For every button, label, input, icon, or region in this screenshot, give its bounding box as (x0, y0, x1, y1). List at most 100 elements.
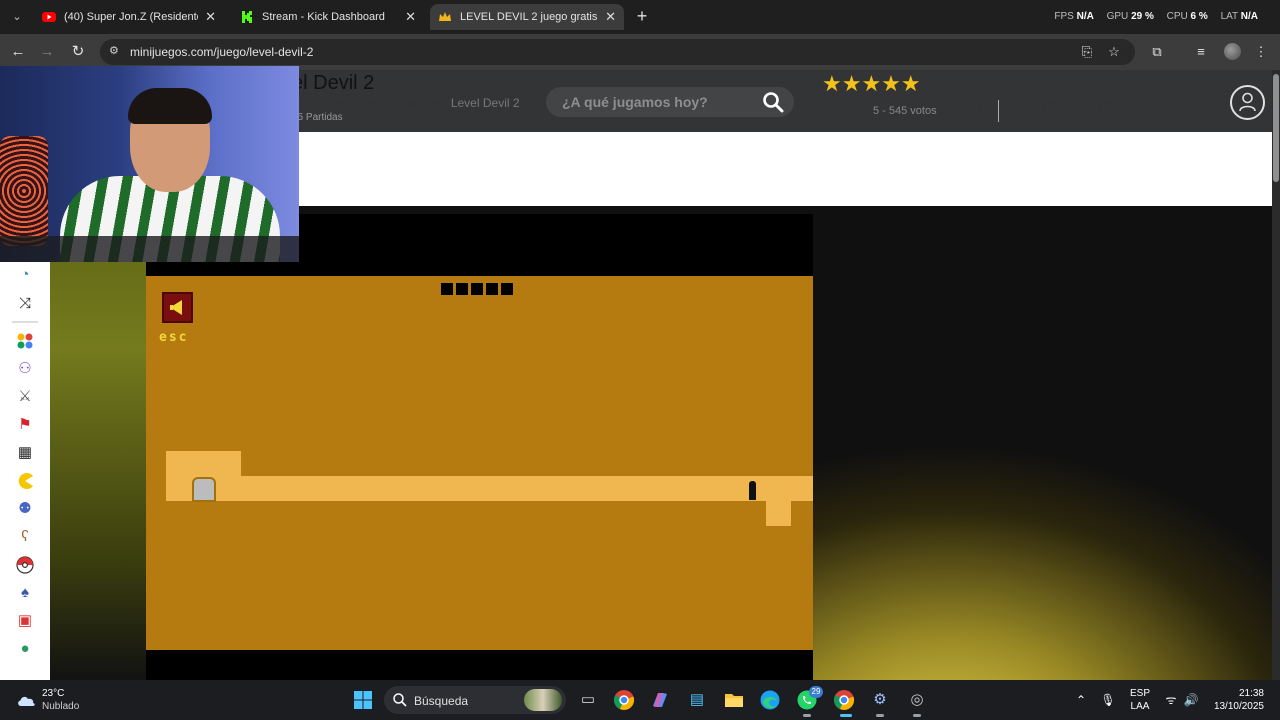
pacman-icon[interactable] (14, 470, 36, 492)
categories-icon[interactable] (14, 330, 36, 352)
heart-icon[interactable] (1014, 100, 1036, 122)
shuffle-icon[interactable]: ⤨ (14, 293, 36, 315)
embed-code-icon[interactable] (1042, 100, 1064, 122)
cpu-value: 6 % (1190, 11, 1208, 22)
volume-icon[interactable]: 🔊 (1182, 691, 1200, 709)
cloud-icon[interactable] (15, 690, 37, 710)
reload-button[interactable]: ↻ (68, 42, 88, 62)
file-explorer-icon[interactable] (722, 688, 746, 712)
back-arrow-icon (170, 300, 182, 315)
search-highlight-image (524, 689, 562, 711)
taskbar-search[interactable]: Búsqueda (384, 686, 566, 714)
running-indicator (876, 714, 884, 717)
system-clock[interactable]: 21:38 13/10/2025 (1210, 687, 1264, 713)
game-canvas[interactable]: esc (146, 214, 813, 680)
user-account-button[interactable] (1230, 85, 1265, 120)
pokeball-icon[interactable] (14, 554, 36, 576)
language-code: ESP (1130, 688, 1151, 699)
desk-image (0, 236, 299, 262)
esc-label: esc (159, 330, 189, 345)
ball-icon[interactable]: ● (14, 638, 36, 660)
chrome-icon[interactable] (612, 688, 636, 712)
speedometer-icon[interactable]: ◔ (14, 264, 36, 286)
fullscreen-icon[interactable] (1070, 100, 1092, 122)
two-players-icon[interactable]: ⚇ (14, 358, 36, 380)
weather-description[interactable]: Nublado (42, 701, 79, 712)
chevron-up-icon[interactable]: ⌃ (1072, 691, 1090, 709)
tab-level-devil[interactable]: LEVEL DEVIL 2 juego gratis onlin ✕ (430, 4, 624, 30)
tab-title: Stream - Kick Dashboard (262, 11, 385, 23)
bookmark-star-icon[interactable]: ☆ (1105, 43, 1123, 61)
actions-divider (998, 100, 999, 122)
back-button[interactable]: ← (8, 42, 28, 62)
site-info-icon[interactable]: ⚙ (109, 45, 121, 57)
game-level-area: esc (146, 276, 813, 650)
family-icon[interactable]: ⚉ (14, 498, 36, 520)
weather-temperature[interactable]: 23°C (42, 688, 64, 699)
thumbs-down-icon[interactable] (960, 100, 982, 122)
rating-stars[interactable]: ★★★★★ (822, 71, 921, 97)
tab-search-icon[interactable]: ⌄ (6, 6, 28, 28)
lamp-image (0, 136, 48, 246)
fps-value: N/A (1076, 11, 1094, 22)
page-scrollbar[interactable] (1272, 70, 1280, 680)
forward-button[interactable]: → (37, 42, 57, 62)
thumbs-up-icon[interactable] (824, 100, 846, 122)
extensions-icon[interactable]: ⧉ (1148, 43, 1166, 61)
language-indicator[interactable]: ESP LAA (1130, 687, 1150, 713)
add-to-desktop-icon[interactable] (1098, 100, 1120, 122)
url-text[interactable]: minijuegos.com/juego/level-devil-2 (130, 45, 313, 59)
media-controls-icon[interactable]: ≡ (1192, 43, 1210, 61)
scrollbar-thumb[interactable] (1273, 74, 1279, 182)
flag-icon[interactable]: ⚑ (14, 414, 36, 436)
fps-label: FPS (1054, 11, 1074, 22)
new-tab-button[interactable]: + (632, 6, 652, 26)
profile-avatar[interactable] (1224, 43, 1241, 60)
gpu-value: 29 % (1131, 11, 1154, 22)
tab-youtube[interactable]: (40) Super Jon.Z (Residente Cha ✕ (34, 4, 224, 30)
racing-flag-icon[interactable]: ▦ (14, 442, 36, 464)
level-indicator (501, 283, 513, 295)
active-indicator (840, 714, 852, 717)
install-app-icon[interactable]: ⎘ (1078, 43, 1096, 61)
close-tab-icon[interactable]: ✕ (405, 4, 416, 30)
webcam-overlay (0, 66, 299, 262)
windows-start-icon[interactable] (351, 688, 375, 712)
site-search-input[interactable]: ¿A qué jugamos hoy? (546, 87, 794, 117)
cards-icon[interactable]: ▣ (14, 610, 36, 632)
wifi-icon[interactable]: ᯤ (1162, 691, 1180, 709)
search-icon[interactable] (762, 91, 784, 113)
close-tab-icon[interactable]: ✕ (205, 4, 216, 30)
menu-kebab-icon[interactable]: ⋮ (1252, 43, 1270, 61)
level-indicator (471, 283, 483, 295)
breadcrumb-separator: / (309, 96, 320, 110)
breadcrumb-separator: / (440, 96, 451, 110)
level-indicator (441, 283, 453, 295)
task-view-icon[interactable]: ▭ (576, 688, 600, 712)
running-indicator (913, 714, 921, 717)
floor-platform (166, 476, 813, 501)
address-bar[interactable]: ⚙ minijuegos.com/juego/level-devil-2 ⎘ ☆ (100, 39, 1135, 65)
swords-icon[interactable]: ⚔ (14, 386, 36, 408)
store-icon[interactable]: ▤ (685, 688, 709, 712)
tab-kick[interactable]: Stream - Kick Dashboard ✕ (232, 4, 424, 30)
breadcrumb-link-2-players[interactable]: Juegos de 2 jugadores (319, 96, 440, 110)
streamer-hair (128, 88, 212, 124)
browser-toolbar: ← → ↻ ⚙ minijuegos.com/juego/level-devil… (0, 34, 1280, 70)
level-indicators (441, 282, 516, 295)
tab-strip: ⌄ (40) Super Jon.Z (Residente Cha ✕ Stre… (0, 0, 1280, 34)
notification-badge: 29 (809, 686, 823, 698)
copilot-icon[interactable] (648, 688, 672, 712)
obs-icon[interactable]: ◎ (905, 688, 929, 712)
level-indicator (456, 283, 468, 295)
close-tab-icon[interactable]: ✕ (605, 4, 616, 30)
settings-gear-icon[interactable]: ⚙ (868, 688, 892, 712)
bear-icon[interactable]: ʕ (14, 526, 36, 548)
tab-title: (40) Super Jon.Z (Residente Cha (64, 11, 198, 23)
clock-time: 21:38 (1238, 688, 1264, 699)
spade-icon[interactable]: ♠ (14, 582, 36, 604)
exit-button[interactable] (162, 292, 193, 323)
edge-icon[interactable] (758, 688, 782, 712)
chrome-active-icon[interactable] (832, 688, 856, 712)
microphone-icon[interactable]: 🎙 (1099, 691, 1117, 709)
